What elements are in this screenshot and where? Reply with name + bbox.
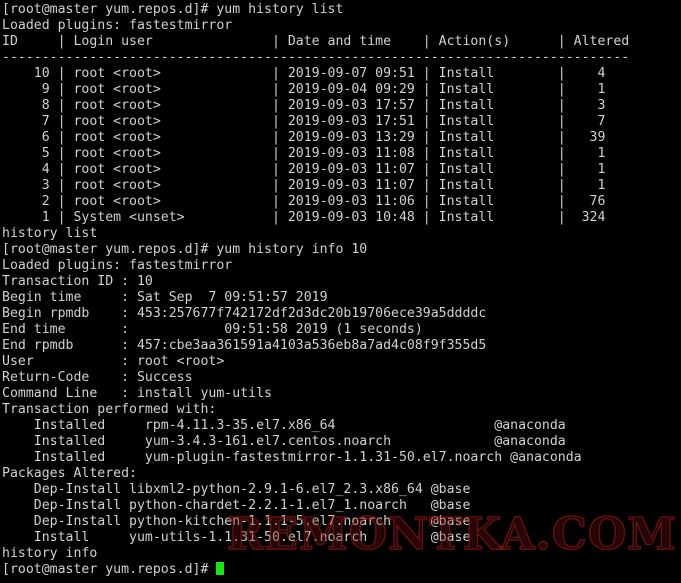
terminal-line: 1 | System <unset> | 2019-09-03 10:48 | … xyxy=(2,210,606,225)
terminal-line: Command Line : install yum-utils xyxy=(2,386,272,401)
terminal-line: history list xyxy=(2,226,98,241)
terminal-line: [root@master yum.repos.d]# yum history i… xyxy=(2,242,368,257)
terminal-line: End time : 09:51:58 2019 (1 seconds) xyxy=(2,322,423,337)
terminal-line: 2 | root <root> | 2019-09-03 11:06 | Ins… xyxy=(2,194,606,209)
terminal-line: 10 | root <root> | 2019-09-07 09:51 | In… xyxy=(2,66,606,81)
terminal-line: Transaction ID : 10 xyxy=(2,274,153,289)
terminal-line: 5 | root <root> | 2019-09-03 11:08 | Ins… xyxy=(2,146,606,161)
terminal-line: Packages Altered: xyxy=(2,466,137,481)
terminal-line: Installed yum-plugin-fastestmirror-1.1.3… xyxy=(2,450,582,465)
terminal-line: Dep-Install libxml2-python-2.9.1-6.el7_2… xyxy=(2,482,471,497)
terminal-line: Begin rpmdb : 453:257677f742172df2d3dc20… xyxy=(2,306,487,321)
terminal-line: User : root <root> xyxy=(2,354,225,369)
terminal-line: 9 | root <root> | 2019-09-04 09:29 | Ins… xyxy=(2,82,606,97)
terminal-line: Loaded plugins: fastestmirror xyxy=(2,18,233,33)
terminal-line: 4 | root <root> | 2019-09-03 11:07 | Ins… xyxy=(2,162,606,177)
terminal-line: Install yum-utils-1.1.31-50.el7.noarch @… xyxy=(2,530,471,545)
terminal-line: 3 | root <root> | 2019-09-03 11:07 | Ins… xyxy=(2,178,606,193)
terminal-line: End rpmdb : 457:cbe3aa361591a4103a536eb8… xyxy=(2,338,487,353)
terminal-output[interactable]: [root@master yum.repos.d]# yum history l… xyxy=(0,0,681,583)
terminal-line: [root@master yum.repos.d]# xyxy=(2,562,681,578)
terminal-line: 7 | root <root> | 2019-09-03 17:51 | Ins… xyxy=(2,114,606,129)
terminal-line: Installed yum-3.4.3-161.el7.centos.noarc… xyxy=(2,434,566,449)
terminal-line: Loaded plugins: fastestmirror xyxy=(2,258,233,273)
terminal-line: [root@master yum.repos.d]# yum history l… xyxy=(2,2,344,17)
terminal-line: Begin time : Sat Sep 7 09:51:57 2019 xyxy=(2,290,328,305)
terminal-line: ----------------------------------------… xyxy=(2,50,630,65)
terminal-line: Transaction performed with: xyxy=(2,402,217,417)
prompt-text: [root@master yum.repos.d]# xyxy=(2,562,217,577)
terminal-line: Dep-Install python-kitchen-1.1.1-5.el7.n… xyxy=(2,514,471,529)
terminal-line: Dep-Install python-chardet-2.2.1-1.el7_1… xyxy=(2,498,471,513)
terminal-line: 6 | root <root> | 2019-09-03 13:29 | Ins… xyxy=(2,130,606,145)
terminal-line: Installed rpm-4.11.3-35.el7.x86_64 @anac… xyxy=(2,418,566,433)
terminal-line: 8 | root <root> | 2019-09-03 17:57 | Ins… xyxy=(2,98,606,113)
terminal-cursor xyxy=(216,562,225,575)
terminal-line: Return-Code : Success xyxy=(2,370,193,385)
terminal-line: ID | Login user | Date and time | Action… xyxy=(2,34,630,49)
terminal-line: history info xyxy=(2,546,98,561)
